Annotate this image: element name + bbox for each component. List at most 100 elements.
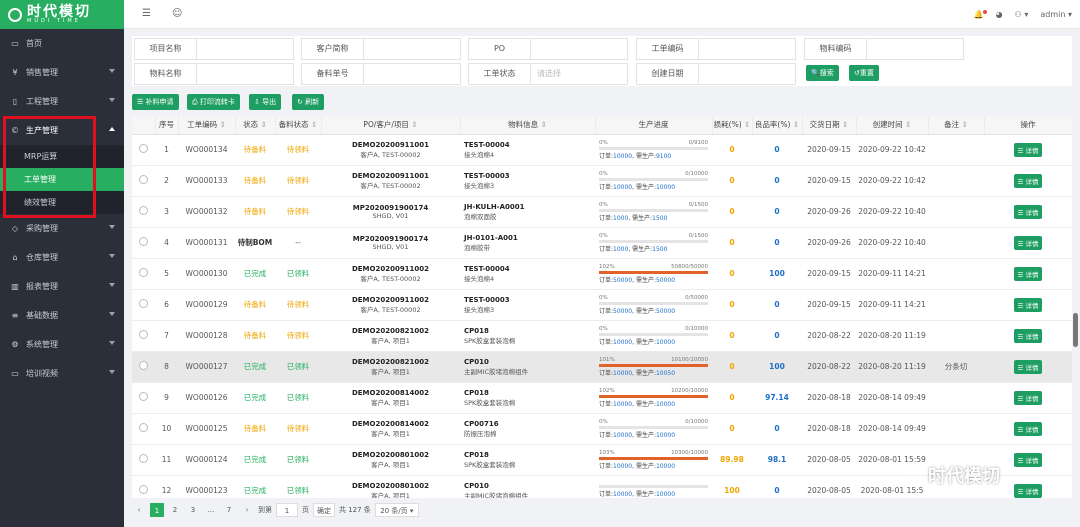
- row-radio[interactable]: [139, 423, 148, 432]
- menu-toggle-icon[interactable]: ☰: [142, 8, 151, 19]
- search-button[interactable]: 🔍搜索: [806, 65, 839, 81]
- create-date-field[interactable]: 创建日期: [636, 63, 796, 85]
- prev-page-icon[interactable]: ‹: [132, 503, 146, 517]
- table-row[interactable]: 7 WO000128 待备料 待领料 DEMO20200821002 客户A, 项目1 CP…: [132, 320, 1072, 352]
- prep-no-field[interactable]: 备料单号: [301, 63, 461, 85]
- sort-icon[interactable]: ⇕: [903, 120, 911, 129]
- column-header[interactable]: 物料信息 ⇕: [460, 116, 596, 135]
- row-radio[interactable]: [139, 175, 148, 184]
- row-radio[interactable]: [139, 144, 148, 153]
- material-name-field[interactable]: 物料名称: [134, 63, 294, 85]
- detail-button[interactable]: ☰ 详情: [1013, 173, 1043, 188]
- column-header[interactable]: PO/客户/项目 ⇕: [321, 116, 461, 135]
- page-input[interactable]: 1: [276, 503, 298, 517]
- sort-icon[interactable]: ⇕: [959, 120, 968, 129]
- row-radio[interactable]: [139, 237, 148, 246]
- row-radio[interactable]: [139, 361, 148, 370]
- page-number[interactable]: ...: [204, 503, 218, 517]
- column-header[interactable]: 损耗(%) ⇕: [712, 116, 753, 135]
- row-radio[interactable]: [139, 485, 148, 494]
- detail-button[interactable]: ☰ 详情: [1013, 390, 1043, 405]
- face-icon[interactable]: ☺: [172, 8, 182, 19]
- sort-icon[interactable]: ⇕: [309, 120, 317, 129]
- table-row[interactable]: 3 WO000132 待备料 待领料 MP2020091900174 SHGD, V01 J…: [132, 196, 1072, 228]
- sidebar-item-2[interactable]: ▯ 工程管理: [0, 87, 124, 116]
- org-icon[interactable]: ⚇ ▾: [1015, 10, 1029, 19]
- sidebar-subitem-1[interactable]: 工单管理: [0, 168, 124, 191]
- brand-logo[interactable]: 时代模切 MUDI TIME: [0, 0, 124, 29]
- detail-button[interactable]: ☰ 详情: [1013, 142, 1043, 157]
- detail-button[interactable]: ☰ 详情: [1013, 297, 1043, 312]
- sort-icon[interactable]: ⇕: [217, 120, 226, 129]
- detail-button[interactable]: ☰ 详情: [1013, 359, 1043, 374]
- material-code-field[interactable]: 物料编码: [804, 38, 964, 60]
- detail-button[interactable]: ☰ 详情: [1013, 328, 1043, 343]
- detail-button[interactable]: ☰ 详情: [1013, 483, 1043, 498]
- table-row[interactable]: 2 WO000133 待备料 待领料 DEMO20200911001 客户A, TEST-…: [132, 165, 1072, 197]
- print-card-button[interactable]: ⎙ 打印流转卡: [187, 94, 240, 110]
- detail-button[interactable]: ☰ 详情: [1013, 421, 1043, 436]
- detail-button[interactable]: ☰ 详情: [1013, 266, 1043, 281]
- next-page-icon[interactable]: ›: [240, 503, 254, 517]
- wo-status-select[interactable]: 工单状态 请选择: [468, 63, 628, 85]
- sidebar-subitem-2[interactable]: 绩效管理: [0, 191, 124, 214]
- wo-code-field[interactable]: 工单编码: [636, 38, 796, 60]
- table-scrollbar[interactable]: [1073, 313, 1078, 347]
- sidebar-item-7[interactable]: ≡ 基础数据: [0, 301, 124, 330]
- table-row[interactable]: 5 WO000130 已完成 已领料 DEMO20200911002 客户A, TEST-…: [132, 258, 1072, 290]
- table-row[interactable]: 4 WO000131 待制BOM -- MP2020091900174 SHGD, V01…: [132, 227, 1072, 259]
- column-header[interactable]: 交货日期 ⇕: [802, 116, 857, 135]
- sidebar-item-4[interactable]: ◇ 采购管理: [0, 214, 124, 243]
- palette-icon[interactable]: ◕: [996, 10, 1003, 19]
- row-radio[interactable]: [139, 392, 148, 401]
- detail-button[interactable]: ☰ 详情: [1013, 235, 1043, 250]
- column-header[interactable]: 良品率(%) ⇕: [752, 116, 803, 135]
- sidebar-item-9[interactable]: ▭ 培训视频: [0, 359, 124, 388]
- row-radio[interactable]: [139, 206, 148, 215]
- sort-icon[interactable]: ⇕: [409, 120, 417, 129]
- page-size-select[interactable]: 20 条/页 ▾: [374, 503, 419, 517]
- row-radio[interactable]: [139, 268, 148, 277]
- table-row[interactable]: 9 WO000126 已完成 已领料 DEMO20200814002 客户A, 项目1 CP…: [132, 382, 1072, 414]
- column-header[interactable]: 状态 ⇕: [235, 116, 276, 135]
- page-number[interactable]: 1: [150, 503, 164, 517]
- page-number[interactable]: 7: [222, 503, 236, 517]
- row-radio[interactable]: [139, 454, 148, 463]
- row-radio[interactable]: [139, 330, 148, 339]
- sort-icon[interactable]: ⇕: [790, 120, 799, 129]
- refresh-button[interactable]: ↻ 刷新: [292, 94, 325, 110]
- supplement-button[interactable]: ☰ 补料申请: [132, 94, 179, 110]
- sidebar-item-0[interactable]: ▭ 首页: [0, 29, 124, 58]
- sidebar-item-1[interactable]: ¥ 销售管理: [0, 58, 124, 87]
- sort-icon[interactable]: ⇕: [258, 120, 267, 129]
- column-header[interactable]: 创建时间 ⇕: [856, 116, 929, 135]
- sidebar-item-3[interactable]: © 生产管理: [0, 116, 124, 145]
- sidebar-item-6[interactable]: ▥ 报表管理: [0, 272, 124, 301]
- confirm-button[interactable]: 确定: [313, 503, 335, 517]
- page-number[interactable]: 3: [186, 503, 200, 517]
- table-row[interactable]: 8 WO000127 已完成 已领料 DEMO20200821002 客户A, 项目1 CP…: [132, 351, 1072, 383]
- page-number[interactable]: 2: [168, 503, 182, 517]
- column-header[interactable]: 备料状态 ⇕: [275, 116, 322, 135]
- column-header[interactable]: 备注 ⇕: [928, 116, 985, 135]
- column-header[interactable]: 工单编码 ⇕: [178, 116, 236, 135]
- detail-button[interactable]: ☰ 详情: [1013, 452, 1043, 467]
- sort-icon[interactable]: ⇕: [742, 120, 750, 129]
- sort-icon[interactable]: ⇕: [538, 120, 547, 129]
- sidebar-item-5[interactable]: ⌂ 仓库管理: [0, 243, 124, 272]
- project-name-field[interactable]: 项目名称: [134, 38, 294, 60]
- sidebar-item-8[interactable]: ⚙ 系统管理: [0, 330, 124, 359]
- customer-field[interactable]: 客户简称: [301, 38, 461, 60]
- detail-button[interactable]: ☰ 详情: [1013, 204, 1043, 219]
- sort-icon[interactable]: ⇕: [840, 120, 848, 129]
- table-row[interactable]: 10 WO000125 待备料 待领料 DEMO20200814002 客户A, 项目1 C…: [132, 413, 1072, 445]
- bell-icon[interactable]: 🔔: [974, 10, 987, 19]
- user-menu[interactable]: admin ▾: [1040, 10, 1072, 19]
- column-header[interactable]: 生产进度: [595, 116, 713, 135]
- sidebar-subitem-0[interactable]: MRP运算: [0, 145, 124, 168]
- reset-button[interactable]: ↺重置: [849, 65, 879, 81]
- export-button[interactable]: ⇩ 导出: [249, 94, 282, 110]
- po-field[interactable]: PO: [468, 38, 628, 60]
- table-row[interactable]: 1 WO000134 待备料 待领料 DEMO20200911001 客户A, TEST-…: [132, 134, 1072, 166]
- table-row[interactable]: 6 WO000129 待备料 待领料 DEMO20200911002 客户A, TEST-…: [132, 289, 1072, 321]
